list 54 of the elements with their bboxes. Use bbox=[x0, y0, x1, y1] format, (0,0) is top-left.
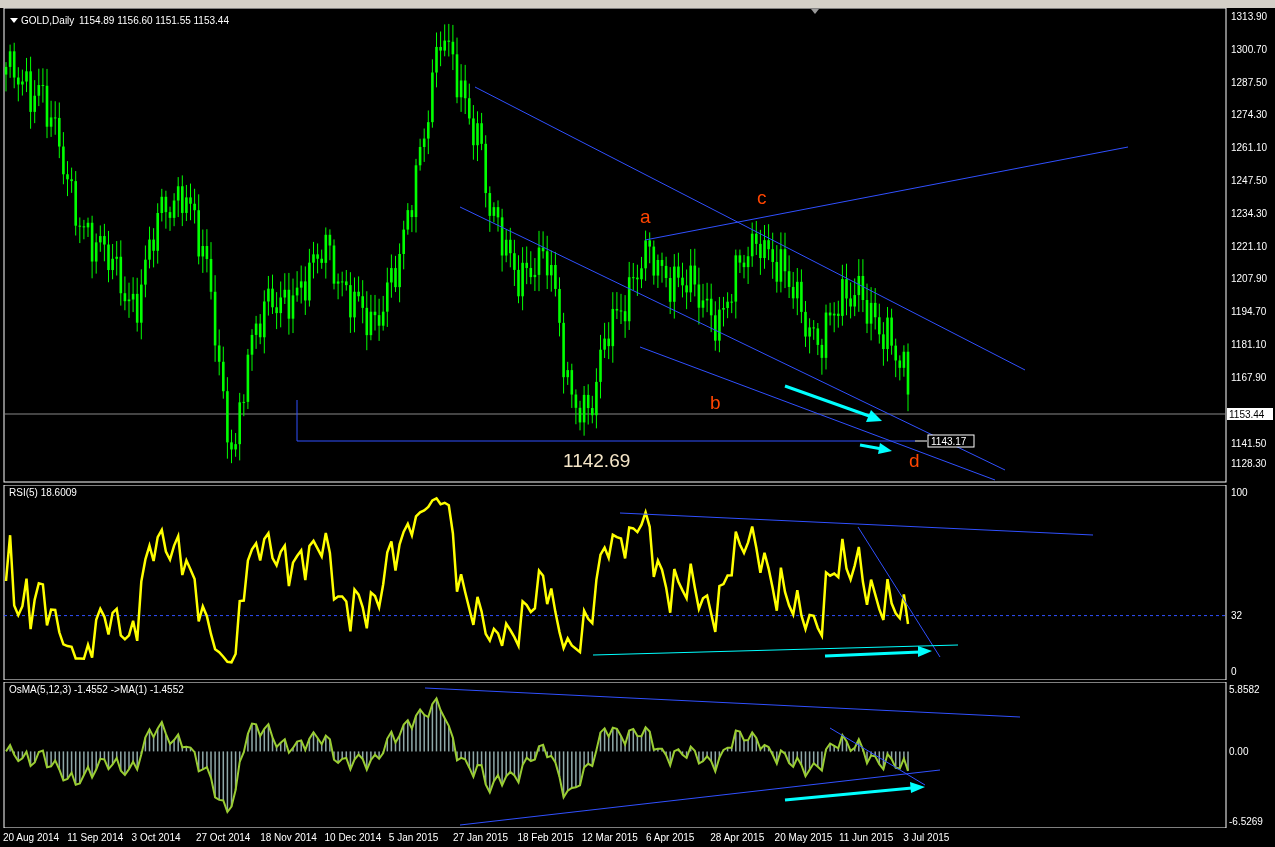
date-tick: 5 Jan 2015 bbox=[388, 832, 439, 843]
osma-tick: -6.5269 bbox=[1229, 816, 1263, 827]
price-tick: 1167.90 bbox=[1231, 371, 1267, 383]
symbol-title: GOLD,Daily bbox=[21, 15, 75, 26]
price-tick: 1194.70 bbox=[1231, 306, 1267, 318]
date-tick: 6 Apr 2015 bbox=[646, 832, 695, 843]
rsi-title: RSI(5) 18.6009 bbox=[9, 487, 77, 498]
price-tick: 1247.50 bbox=[1231, 175, 1268, 186]
trend-line[interactable] bbox=[857, 526, 941, 658]
rsi-tick: 100 bbox=[1231, 487, 1248, 498]
date-tick: 18 Feb 2015 bbox=[517, 832, 574, 843]
date-tick: 3 Jul 2015 bbox=[903, 832, 950, 843]
ohlc-values: 1154.89 1156.60 1151.55 1153.44 bbox=[79, 15, 229, 26]
wave-label: b bbox=[710, 392, 721, 413]
price-tick: 1181.10 bbox=[1231, 339, 1267, 350]
date-tick: 11 Jun 2015 bbox=[838, 832, 894, 843]
price-tick: 1300.70 bbox=[1231, 43, 1268, 55]
price-tick: 1141.50 bbox=[1231, 438, 1267, 449]
trend-line[interactable] bbox=[474, 86, 1026, 371]
trend-line[interactable] bbox=[829, 727, 926, 786]
price-tick: 1287.50 bbox=[1231, 76, 1268, 88]
date-tick: 20 Aug 2014 bbox=[3, 832, 60, 843]
arrow bbox=[859, 443, 892, 454]
dropdown-icon[interactable] bbox=[10, 18, 18, 23]
wave-label: a bbox=[640, 206, 651, 227]
osma-tick: 0.00 bbox=[1229, 746, 1249, 757]
date-tick: 10 Dec 2014 bbox=[324, 832, 382, 843]
price-tick: 1128.30 bbox=[1231, 458, 1267, 469]
trend-line[interactable] bbox=[459, 769, 941, 826]
leader-line bbox=[914, 440, 928, 442]
date-tick: 11 Sep 2014 bbox=[67, 832, 124, 843]
trend-line[interactable] bbox=[459, 206, 1006, 471]
price-tick: 1274.30 bbox=[1231, 109, 1268, 121]
date-tick: 27 Oct 2014 bbox=[195, 832, 251, 843]
rsi-tick: 32 bbox=[1231, 610, 1243, 621]
price-tick: 1234.30 bbox=[1231, 207, 1268, 219]
date-tick: 3 Oct 2014 bbox=[131, 832, 181, 843]
low-price-label: 1142.69 bbox=[563, 450, 631, 471]
osma-title: OsMA(5,12,3) -1.4552 ->MA(1) -1.4552 bbox=[9, 684, 184, 695]
line-price-label: 1143.17 bbox=[927, 434, 975, 448]
date-tick: 20 May 2015 bbox=[774, 832, 833, 843]
date-tick: 18 Nov 2014 bbox=[260, 832, 317, 843]
price-tick: 1221.10 bbox=[1231, 240, 1268, 252]
current-price-label: 1153.44 bbox=[1227, 408, 1273, 420]
wave-label: c bbox=[757, 187, 767, 208]
rsi-tick: 0 bbox=[1231, 666, 1237, 677]
wave-label: d bbox=[909, 450, 920, 471]
date-tick: 27 Jan 2015 bbox=[453, 832, 509, 843]
price-tick: 1261.10 bbox=[1231, 142, 1268, 154]
price-tick: 1313.90 bbox=[1231, 11, 1268, 22]
osma-tick: 5.8582 bbox=[1229, 684, 1260, 695]
date-tick: 12 Mar 2015 bbox=[581, 832, 638, 843]
price-tick: 1207.90 bbox=[1231, 273, 1268, 285]
date-tick: 28 Apr 2015 bbox=[710, 832, 765, 843]
